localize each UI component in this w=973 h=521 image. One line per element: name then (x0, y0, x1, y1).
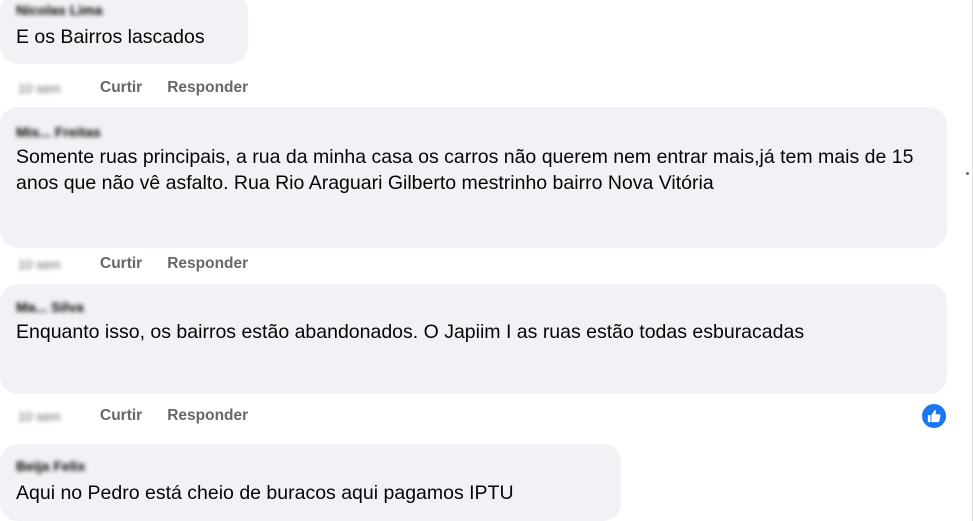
reply-button[interactable]: Responder (167, 407, 248, 425)
comment-author[interactable]: Mis... Freitas (16, 123, 935, 141)
like-button[interactable]: Curtir (100, 255, 142, 273)
comment-author[interactable]: Beija Felix (16, 457, 609, 475)
reply-button[interactable]: Responder (167, 255, 248, 273)
like-button[interactable]: Curtir (100, 407, 142, 425)
comment-text: Enquanto isso, os bairros estão abandona… (16, 321, 805, 343)
comment-text: E os Bairros lascados (16, 26, 205, 48)
comment-author[interactable]: Ma... Silva (16, 298, 935, 316)
comment-bubble: Nicolas Lima E os Bairros lascados (0, 0, 248, 64)
comment-timestamp[interactable]: 10 sem (18, 257, 78, 272)
comment-text: Somente ruas principais, a rua da minha … (16, 146, 914, 194)
thumbs-up-glyph (927, 410, 941, 423)
comment-bubble: Beija Felix Aqui no Pedro está cheio de … (0, 444, 621, 521)
comment-actions: 10 sem Curtir Responder (18, 78, 248, 98)
scrollbar-indicator[interactable] (966, 172, 969, 175)
comment-bubble: Ma... Silva Enquanto isso, os bairros es… (0, 284, 947, 394)
comment-text: Aqui no Pedro está cheio de buracos aqui… (16, 482, 514, 504)
comment-timestamp[interactable]: 10 sem (18, 409, 78, 424)
comment-author[interactable]: Nicolas Lima (16, 1, 236, 19)
comment-timestamp[interactable]: 10 sem (18, 81, 78, 96)
comment-actions: 10 sem Curtir Responder (18, 406, 248, 426)
thumbs-up-icon[interactable] (920, 402, 948, 430)
comment-bubble: Mis... Freitas Somente ruas principais, … (0, 107, 947, 248)
like-button[interactable]: Curtir (100, 79, 142, 97)
reply-button[interactable]: Responder (167, 79, 248, 97)
comment-actions: 10 sem Curtir Responder (18, 254, 248, 274)
